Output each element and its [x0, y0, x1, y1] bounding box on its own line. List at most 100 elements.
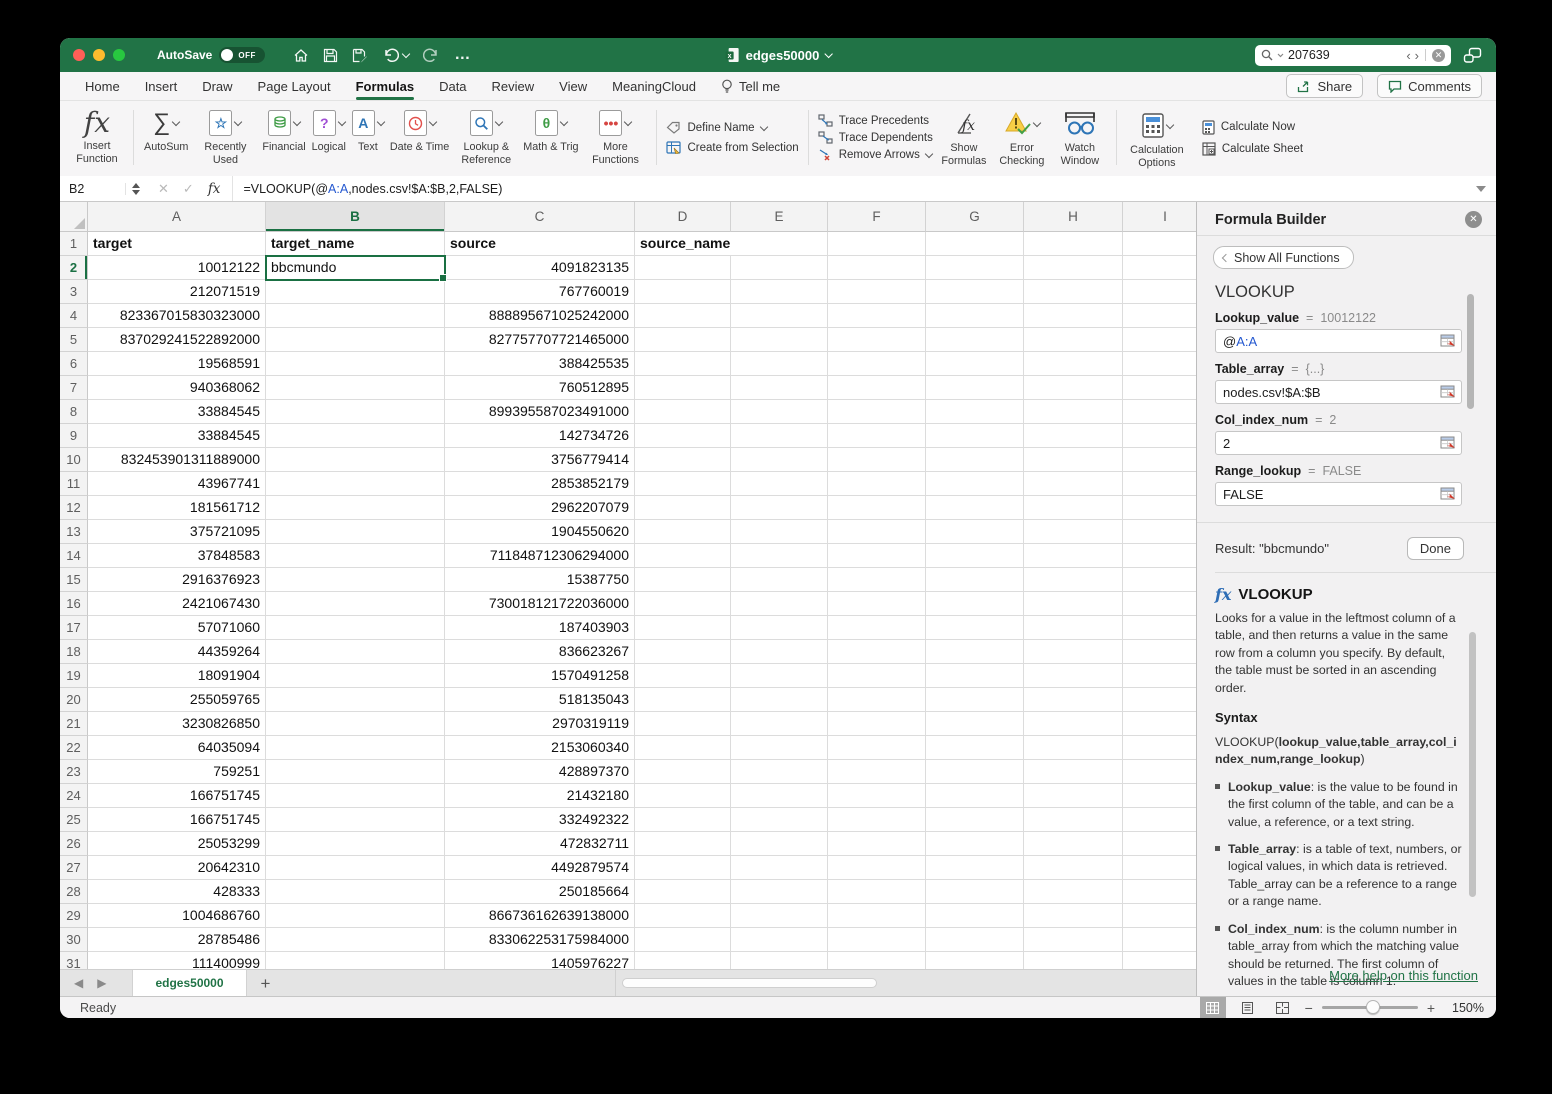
cell-G7[interactable]	[926, 376, 1024, 400]
row-header-7[interactable]: 7	[60, 376, 88, 400]
column-header-C[interactable]: C	[445, 202, 635, 232]
tab-data[interactable]: Data	[439, 72, 466, 100]
cell-D9[interactable]	[635, 424, 731, 448]
cell-B27[interactable]	[266, 856, 445, 880]
row-header-25[interactable]: 25	[60, 808, 88, 832]
cell-D28[interactable]	[635, 880, 731, 904]
cell-E5[interactable]	[731, 328, 828, 352]
cell-I7[interactable]	[1123, 376, 1196, 400]
cell-G20[interactable]	[926, 688, 1024, 712]
cell-E1[interactable]	[731, 232, 828, 256]
cell-B31[interactable]	[266, 952, 445, 969]
cell-F12[interactable]	[828, 496, 926, 520]
cell-C25[interactable]: 332492322	[445, 808, 635, 832]
cell-F1[interactable]	[828, 232, 926, 256]
cell-E22[interactable]	[731, 736, 828, 760]
cell-H26[interactable]	[1024, 832, 1123, 856]
cell-E4[interactable]	[731, 304, 828, 328]
logical-dropdown-icon[interactable]	[338, 118, 346, 126]
cell-B7[interactable]	[266, 376, 445, 400]
cell-A1[interactable]: target	[88, 232, 266, 256]
cell-E6[interactable]	[731, 352, 828, 376]
row-header-23[interactable]: 23	[60, 760, 88, 784]
cell-D12[interactable]	[635, 496, 731, 520]
row-header-24[interactable]: 24	[60, 784, 88, 808]
redo-icon[interactable]	[423, 47, 440, 63]
cell-B4[interactable]	[266, 304, 445, 328]
remove-arrows-button[interactable]: Remove Arrows	[818, 148, 933, 161]
cell-G2[interactable]	[926, 256, 1024, 280]
cell-A28[interactable]: 428333	[88, 880, 266, 904]
share-button[interactable]: Share	[1286, 74, 1363, 98]
page-break-view-icon[interactable]	[1270, 997, 1296, 1019]
cell-F3[interactable]	[828, 280, 926, 304]
cell-F16[interactable]	[828, 592, 926, 616]
cell-D18[interactable]	[635, 640, 731, 664]
cell-E18[interactable]	[731, 640, 828, 664]
calculate-sheet-button[interactable]: Calculate Sheet	[1202, 142, 1303, 156]
cell-C7[interactable]: 760512895	[445, 376, 635, 400]
row-header-30[interactable]: 30	[60, 928, 88, 952]
cell-I23[interactable]	[1123, 760, 1196, 784]
math-trig-button[interactable]: θMath & Trig	[520, 104, 581, 171]
comments-button[interactable]: Comments	[1377, 74, 1482, 98]
cell-H12[interactable]	[1024, 496, 1123, 520]
cell-I8[interactable]	[1123, 400, 1196, 424]
cell-C2[interactable]: 4091823135	[445, 256, 635, 280]
normal-view-icon[interactable]	[1200, 997, 1226, 1019]
panel-close-icon[interactable]: ✕	[1465, 211, 1482, 228]
cell-B26[interactable]	[266, 832, 445, 856]
cell-C27[interactable]: 4492879574	[445, 856, 635, 880]
autosum-dropdown-icon[interactable]	[172, 118, 180, 126]
calculation-options-button[interactable]: Calculation Options	[1124, 106, 1190, 169]
define-name-button[interactable]: Define Name	[666, 121, 798, 134]
page-layout-view-icon[interactable]	[1235, 997, 1261, 1019]
cell-G28[interactable]	[926, 880, 1024, 904]
cell-A12[interactable]: 181561712	[88, 496, 266, 520]
cell-B8[interactable]	[266, 400, 445, 424]
cell-D14[interactable]	[635, 544, 731, 568]
cell-C9[interactable]: 142734726	[445, 424, 635, 448]
cell-F30[interactable]	[828, 928, 926, 952]
tab-home[interactable]: Home	[85, 72, 120, 100]
cell-G30[interactable]	[926, 928, 1024, 952]
cell-A2[interactable]: 10012122	[88, 256, 266, 280]
cell-A23[interactable]: 759251	[88, 760, 266, 784]
cell-E8[interactable]	[731, 400, 828, 424]
cell-A25[interactable]: 166751745	[88, 808, 266, 832]
cell-F21[interactable]	[828, 712, 926, 736]
cell-I30[interactable]	[1123, 928, 1196, 952]
cell-D7[interactable]	[635, 376, 731, 400]
save-as-icon[interactable]	[352, 48, 368, 63]
search-next-icon[interactable]: ›	[1415, 49, 1419, 62]
sheet-next-icon[interactable]: ▶	[97, 976, 106, 990]
cell-A4[interactable]: 823367015830323000	[88, 304, 266, 328]
minimize-window-button[interactable]	[93, 49, 105, 61]
row-header-28[interactable]: 28	[60, 880, 88, 904]
cell-C1[interactable]: source	[445, 232, 635, 256]
cell-A5[interactable]: 837029241522892000	[88, 328, 266, 352]
cell-A3[interactable]: 212071519	[88, 280, 266, 304]
cell-B18[interactable]	[266, 640, 445, 664]
range-selector-icon[interactable]	[1440, 436, 1457, 450]
cell-B21[interactable]	[266, 712, 445, 736]
cell-A27[interactable]: 20642310	[88, 856, 266, 880]
row-header-15[interactable]: 15	[60, 568, 88, 592]
cell-B6[interactable]	[266, 352, 445, 376]
row-header-12[interactable]: 12	[60, 496, 88, 520]
cell-E24[interactable]	[731, 784, 828, 808]
column-header-H[interactable]: H	[1024, 202, 1123, 232]
share-screen-icon[interactable]	[1463, 47, 1482, 64]
cell-B15[interactable]	[266, 568, 445, 592]
create-from-selection-button[interactable]: Create from Selection	[666, 141, 798, 154]
cell-I9[interactable]	[1123, 424, 1196, 448]
cell-A13[interactable]: 375721095	[88, 520, 266, 544]
cell-G21[interactable]	[926, 712, 1024, 736]
cell-H19[interactable]	[1024, 664, 1123, 688]
cell-F22[interactable]	[828, 736, 926, 760]
cell-H31[interactable]	[1024, 952, 1123, 969]
cell-I13[interactable]	[1123, 520, 1196, 544]
cell-F5[interactable]	[828, 328, 926, 352]
cell-B25[interactable]	[266, 808, 445, 832]
cell-D27[interactable]	[635, 856, 731, 880]
